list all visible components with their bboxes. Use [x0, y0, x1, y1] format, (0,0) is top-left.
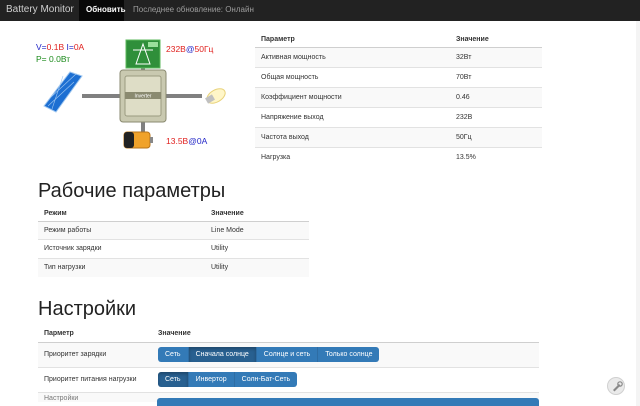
- load-inverter-button[interactable]: Инвертор: [188, 372, 235, 387]
- grid-tower-icon: [125, 39, 161, 69]
- row-value: 32Вт: [450, 46, 542, 67]
- work-parameters-table: Режим Значение Режим работы Line Mode Ис…: [38, 207, 309, 277]
- scrollbar-track[interactable]: [636, 21, 640, 406]
- header-value: Значение: [450, 33, 542, 48]
- row-value: 50Гц: [450, 126, 542, 147]
- row-value: Utility: [205, 239, 309, 258]
- partial-row-label: Настройки: [38, 391, 152, 402]
- header-mode: Режим: [38, 207, 205, 222]
- work-parameters-heading: Рабочие параметры: [38, 180, 226, 202]
- row-label: Частота выход: [255, 126, 450, 147]
- table-row: Коэффициент мощности 0.46: [255, 86, 542, 107]
- light-bulb-icon: [205, 88, 226, 104]
- row-label: Коэффициент мощности: [255, 86, 450, 107]
- row-value: 232В: [450, 106, 542, 127]
- battery-icon: [123, 131, 153, 149]
- charge-solar-only-button[interactable]: Только солнце: [318, 347, 380, 362]
- row-label: Источник зарядки: [38, 239, 205, 258]
- last-update-status: Последнее обновление: Онлайн: [133, 5, 254, 14]
- charge-priority-row: Приоритет зарядки Сеть Сначала солнце Со…: [38, 341, 539, 367]
- pv-current-readout: V=0.1В I=0А: [36, 42, 85, 52]
- header-value: Значение: [152, 325, 539, 343]
- header-parameter: Параметр: [255, 33, 450, 48]
- row-value: 70Вт: [450, 66, 542, 87]
- header-value: Значение: [205, 207, 309, 222]
- inverter-label: Inverter: [135, 94, 152, 100]
- load-priority-button-group: Сеть Инвертор Солн-Бат-Сеть: [158, 372, 298, 387]
- pv-line: [82, 94, 122, 98]
- table-row: Нагрузка 13.5%: [255, 146, 542, 167]
- navbar: Battery Monitor Обновить Последнее обнов…: [0, 0, 640, 21]
- table-row: Напряжение выход 232В: [255, 106, 542, 127]
- floating-tool-button[interactable]: [607, 377, 625, 395]
- load-line: [164, 94, 202, 98]
- table-row: Частота выход 50Гц: [255, 126, 542, 147]
- charge-solar-first-button[interactable]: Сначала солнце: [188, 347, 257, 362]
- row-label: Общая мощность: [255, 66, 450, 87]
- load-priority-cell: Сеть Инвертор Солн-Бат-Сеть: [152, 366, 539, 392]
- inverter-icon: Inverter: [119, 69, 167, 123]
- refresh-label: Обновить: [86, 5, 126, 14]
- charge-solar-and-grid-button[interactable]: Солнце и сеть: [256, 347, 319, 362]
- charge-priority-button-group: Сеть Сначала солнце Солнце и сеть Только…: [158, 347, 380, 362]
- row-value: 0.46: [450, 86, 542, 107]
- load-priority-label: Приоритет питания нагрузки: [38, 366, 152, 392]
- output-parameters-table: Параметр Значение Активная мощность 32Вт…: [255, 33, 542, 167]
- battery-readout: 13.5В@0А: [166, 136, 208, 146]
- row-value: Line Mode: [205, 220, 309, 240]
- table-row: Тип нагрузки Utility: [38, 257, 309, 277]
- wrench-icon: [613, 381, 623, 392]
- row-label: Тип нагрузки: [38, 257, 205, 277]
- grid-readout: 232В@50Гц: [166, 44, 214, 54]
- charge-priority-label: Приоритет зарядки: [38, 341, 152, 367]
- solar-panel-icon: [43, 71, 83, 113]
- row-label: Режим работы: [38, 220, 205, 240]
- load-priority-row: Приоритет питания нагрузки Сеть Инвертор…: [38, 366, 539, 392]
- row-label: Активная мощность: [255, 46, 450, 67]
- row-value: 13.5%: [450, 146, 542, 167]
- table-row: Активная мощность 32Вт: [255, 46, 542, 67]
- table-header-row: Режим Значение: [38, 207, 309, 222]
- pv-power-readout: P= 0.0Вт: [36, 54, 71, 64]
- power-flow-diagram: Inverter V=0.1В I=0А P= 0.0Вт 232В@50Гц …: [30, 36, 250, 156]
- header-parameter: Парметр: [38, 325, 152, 343]
- table-row: Режим работы Line Mode: [38, 220, 309, 240]
- row-value: Utility: [205, 257, 309, 277]
- settings-table: Парметр Значение Приоритет зарядки Сеть …: [38, 325, 539, 402]
- refresh-button[interactable]: Обновить: [79, 0, 126, 21]
- partial-button-group[interactable]: [157, 398, 539, 406]
- row-label: Нагрузка: [255, 146, 450, 167]
- table-row: Общая мощность 70Вт: [255, 66, 542, 87]
- charge-grid-button[interactable]: Сеть: [158, 347, 189, 362]
- table-header-row: Параметр Значение: [255, 33, 542, 48]
- table-row: Источник зарядки Utility: [38, 239, 309, 258]
- charge-priority-cell: Сеть Сначала солнце Солнце и сеть Только…: [152, 341, 539, 367]
- table-header-row: Парметр Значение: [38, 325, 539, 343]
- load-grid-button[interactable]: Сеть: [158, 372, 189, 387]
- row-label: Напряжение выход: [255, 106, 450, 127]
- load-solar-battery-grid-button[interactable]: Солн-Бат-Сеть: [234, 372, 298, 387]
- brand[interactable]: Battery Monitor: [6, 4, 74, 15]
- settings-heading: Настройки: [38, 298, 137, 320]
